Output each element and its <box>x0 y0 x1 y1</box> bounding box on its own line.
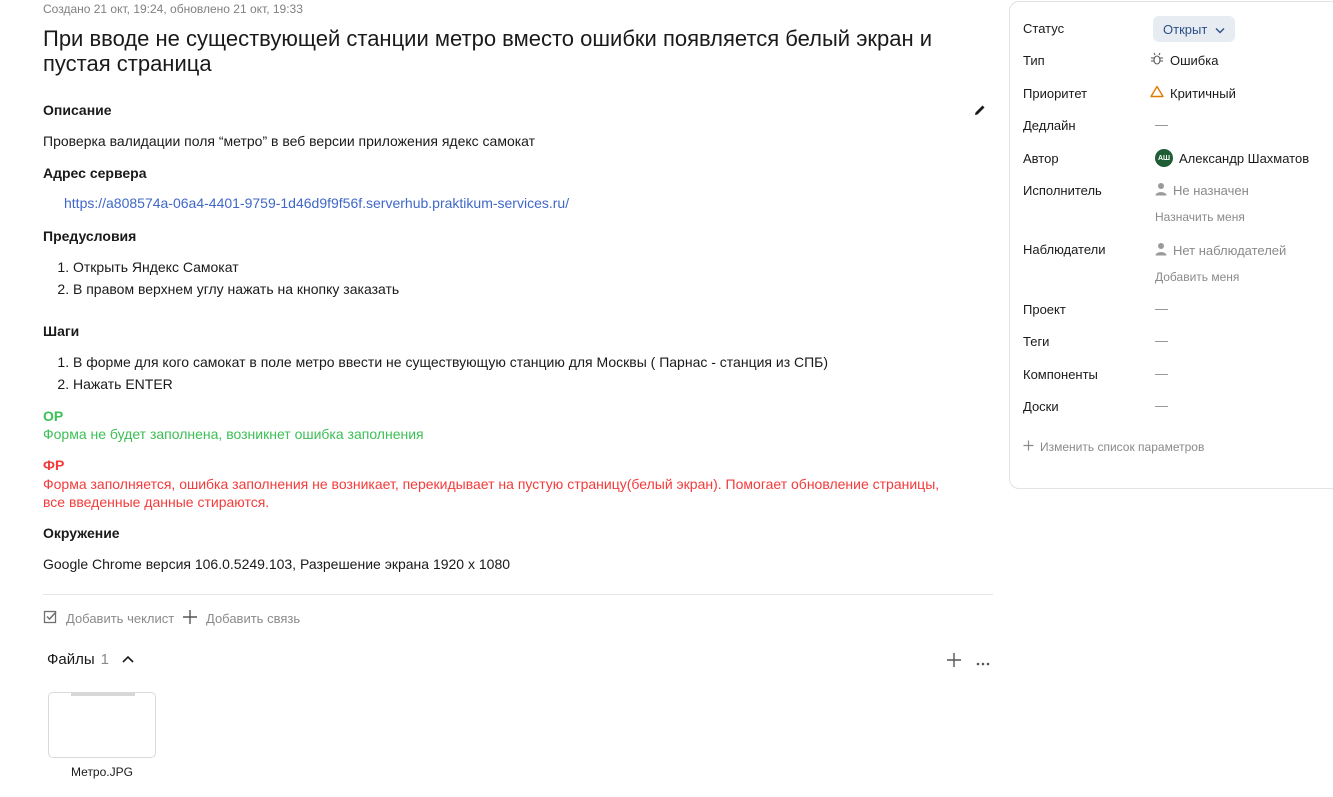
plus-icon <box>182 609 198 628</box>
status-dropdown[interactable]: Открыт <box>1153 16 1236 42</box>
steps-heading: Шаги <box>43 323 80 339</box>
preconditions-list: Открыть Яндекс Самокат В правом верхнем … <box>43 256 399 300</box>
author-value: Александр Шахматов <box>1179 150 1310 166</box>
list-item: В форме для кого самокат в поле метро вв… <box>73 351 828 373</box>
avatar: АШ <box>1155 149 1173 167</box>
status-label: Статус <box>1023 21 1065 36</box>
tags-value[interactable]: — <box>1155 333 1168 348</box>
add-link-label: Добавить связь <box>206 611 301 626</box>
deadline-value[interactable]: — <box>1155 117 1168 132</box>
add-link-button[interactable]: Добавить связь <box>182 609 300 628</box>
plus-icon[interactable] <box>946 652 962 673</box>
author-field[interactable]: АШ Александр Шахматов <box>1155 149 1309 167</box>
priority-value: Критичный <box>1170 85 1236 101</box>
bug-icon <box>1150 52 1164 69</box>
boards-value[interactable]: — <box>1155 398 1168 413</box>
preconditions-heading: Предусловия <box>43 228 137 244</box>
add-checklist-label: Добавить чеклист <box>66 610 175 626</box>
user-icon <box>1155 182 1167 199</box>
actual-text: Форма заполняется, ошибка заполнения не … <box>43 476 940 510</box>
file-thumbnail[interactable] <box>48 692 156 758</box>
components-label: Компоненты <box>1023 367 1098 382</box>
tags-label: Теги <box>1023 334 1050 349</box>
files-count: 1 <box>100 651 110 668</box>
description-heading: Описание <box>43 102 112 118</box>
edit-icon[interactable] <box>973 103 987 117</box>
add-checklist-button[interactable]: Добавить чеклист <box>43 609 174 627</box>
server-heading: Адрес сервера <box>43 165 147 181</box>
watchers-value: Нет наблюдателей <box>1173 243 1287 258</box>
priority-label: Приоритет <box>1023 86 1088 101</box>
expected-heading: ОР <box>43 408 64 424</box>
change-params-button[interactable]: Изменить список параметров <box>1023 440 1204 454</box>
files-title: Файлы <box>47 651 95 668</box>
project-label: Проект <box>1023 302 1066 317</box>
issue-title: При вводе не существующей станции метро … <box>43 26 933 76</box>
assignee-value: Не назначен <box>1173 183 1249 198</box>
files-section-header[interactable]: Файлы 1 <box>47 651 135 668</box>
user-icon <box>1155 242 1167 259</box>
type-field[interactable]: Ошибка <box>1150 52 1218 69</box>
expected-text: Форма не будет заполнена, возникнет ошиб… <box>43 426 424 442</box>
deadline-label: Дедлайн <box>1023 118 1076 133</box>
steps-list: В форме для кого самокат в поле метро вв… <box>43 351 828 395</box>
list-item: Нажать ENTER <box>73 373 828 395</box>
server-url-link[interactable]: https://a808574a-06a4-4401-9759-1d46d9f9… <box>64 195 569 211</box>
project-value[interactable]: — <box>1155 301 1168 316</box>
components-value[interactable]: — <box>1155 366 1168 381</box>
description-text: Проверка валидации поля “метро” в веб ве… <box>43 133 536 149</box>
chevron-down-icon <box>1215 22 1225 37</box>
file-name[interactable]: Метро.JPG <box>48 765 156 779</box>
divider <box>43 594 993 595</box>
assignee-label: Исполнитель <box>1023 183 1102 198</box>
environment-text: Google Chrome версия 106.0.5249.103, Раз… <box>43 556 511 572</box>
plus-icon <box>1023 440 1034 454</box>
type-label: Тип <box>1023 53 1045 68</box>
list-item: В правом верхнем углу нажать на кнопку з… <box>73 278 399 300</box>
issue-meta: Создано 21 окт, 19:24, обновлено 21 окт,… <box>43 2 303 16</box>
status-value: Открыт <box>1163 21 1208 37</box>
assign-me-link[interactable]: Назначить меня <box>1155 210 1245 224</box>
watchers-label: Наблюдатели <box>1023 242 1106 257</box>
list-item: Открыть Яндекс Самокат <box>73 256 399 278</box>
environment-heading: Окружение <box>43 525 120 541</box>
author-label: Автор <box>1023 151 1059 166</box>
priority-field[interactable]: Критичный <box>1150 85 1236 101</box>
assignee-field[interactable]: Не назначен <box>1155 182 1249 199</box>
checkbox-icon <box>43 609 58 627</box>
type-value: Ошибка <box>1170 53 1219 68</box>
more-icon[interactable] <box>976 654 990 672</box>
add-me-link[interactable]: Добавить меня <box>1155 270 1239 284</box>
files-toolbar <box>946 652 990 673</box>
watchers-field[interactable]: Нет наблюдателей <box>1155 242 1286 259</box>
boards-label: Доски <box>1023 399 1059 414</box>
warning-triangle-icon <box>1150 85 1164 101</box>
change-params-label: Изменить список параметров <box>1040 440 1205 454</box>
chevron-up-icon[interactable] <box>121 651 135 668</box>
actual-heading: ФР <box>43 457 65 473</box>
